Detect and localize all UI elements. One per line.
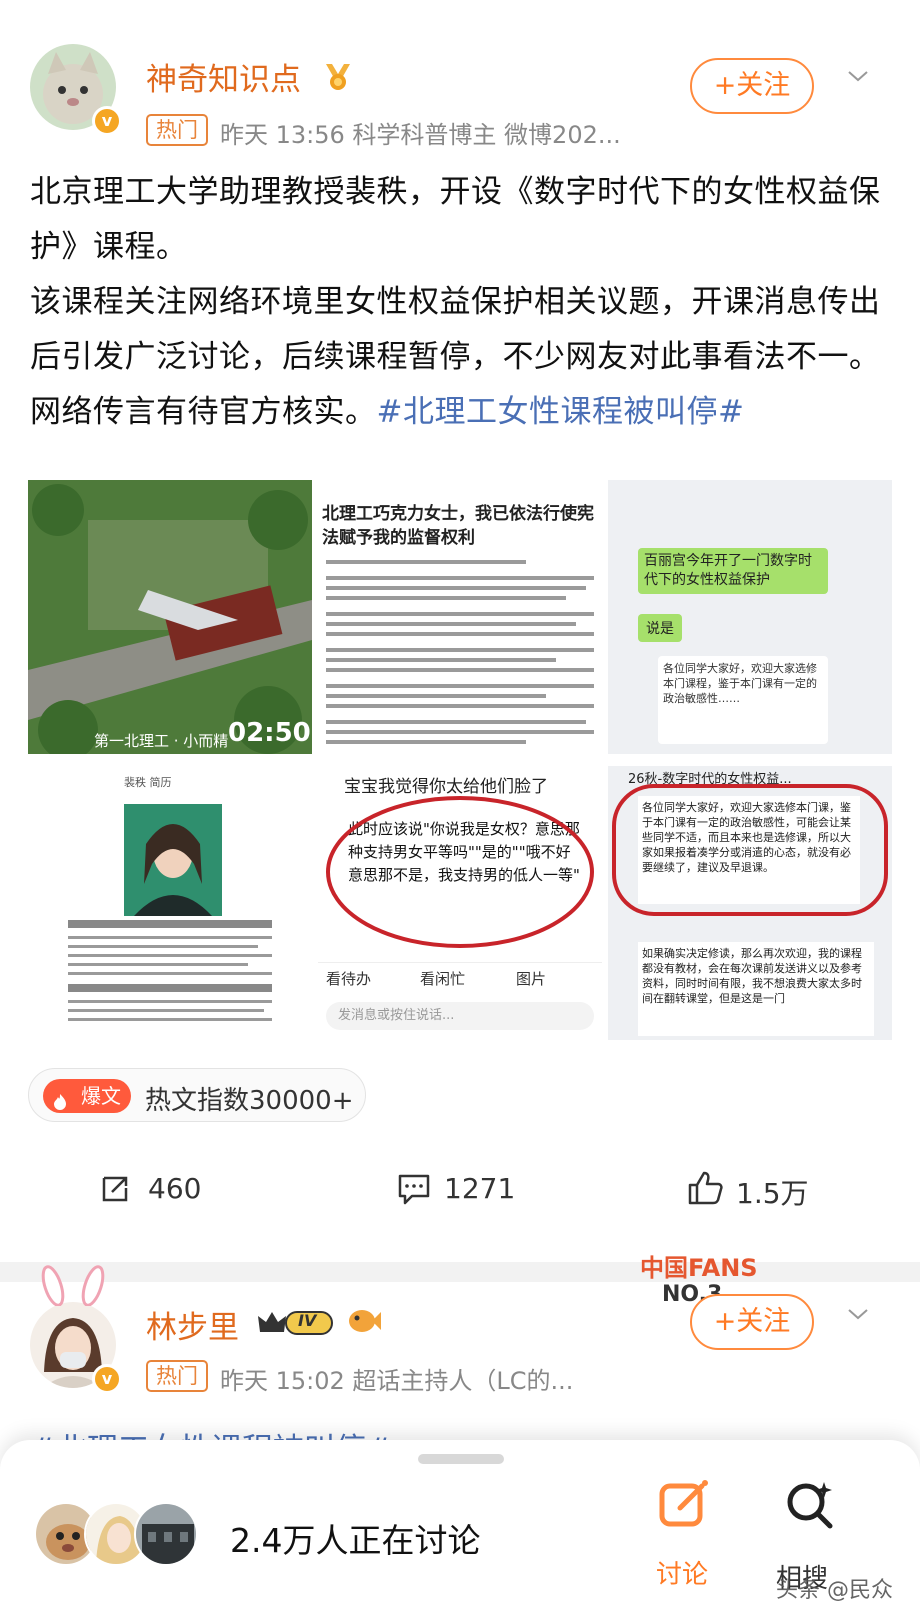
follow-button[interactable]: +关注 bbox=[690, 1294, 814, 1350]
chat-toolbar: 看待办 看闲忙 图片 bbox=[318, 962, 602, 992]
follow-button[interactable]: +关注 bbox=[690, 58, 814, 114]
profile-title: 裴秩 简历 bbox=[124, 776, 172, 789]
toolbar-item[interactable]: 看闲忙 bbox=[420, 968, 465, 989]
profile-text-lines bbox=[68, 920, 272, 1021]
level-badge-label: IV bbox=[298, 1311, 317, 1330]
hot-index-chip[interactable]: 爆文 热文指数30000+ bbox=[28, 1068, 366, 1122]
weibo-post: v 林步里 IV 热门 昨天 15:02 超话主持人（LC的... 中国FANS… bbox=[0, 1254, 920, 1468]
toolbar-item[interactable]: 看待办 bbox=[326, 968, 371, 989]
video-thumbnail[interactable]: 第一北理工 · 小而精 02:50 bbox=[28, 480, 312, 754]
verified-badge-icon: v bbox=[92, 106, 122, 136]
hot-index-text: 热文指数30000+ bbox=[145, 1086, 354, 1116]
like-button[interactable]: 1.5万 bbox=[686, 1162, 866, 1218]
post-paragraph: 北京理工大学助理教授裴秩，开设《数字时代下的女性权益保护》课程。 bbox=[30, 174, 881, 265]
aerial-photo bbox=[28, 480, 312, 754]
chat-message: 各位同学大家好，欢迎大家选修本门课程，鉴于本门课有一定的政治敏感性…… bbox=[658, 656, 828, 744]
comment-icon bbox=[398, 1174, 430, 1205]
tab-discuss[interactable]: 讨论 bbox=[650, 1476, 720, 1596]
red-circle-annotation bbox=[612, 784, 888, 916]
flame-icon bbox=[51, 1087, 69, 1110]
username[interactable]: 神奇知识点 bbox=[146, 54, 301, 99]
chat-message: 如果确实决定修读，那么再次欢迎，我的课程都没有教材，会在每次课前发送讲义以及参考… bbox=[638, 942, 874, 1036]
fish-icon bbox=[349, 1310, 381, 1332]
building-avatar-icon bbox=[136, 1504, 196, 1564]
hashtag-link[interactable]: #北理工女性课程被叫停# bbox=[377, 394, 745, 430]
hot-tag: 热门 bbox=[146, 114, 208, 146]
participant-avatar bbox=[134, 1502, 198, 1566]
tab-discuss-label: 讨论 bbox=[656, 1560, 709, 1590]
chevron-down-icon[interactable] bbox=[846, 64, 870, 88]
hot-badge-label: 爆文 bbox=[81, 1084, 121, 1108]
post-meta: 昨天 15:02 超话主持人（LC的... bbox=[220, 1367, 574, 1395]
discussion-count: 2.4万人正在讨论 bbox=[230, 1521, 481, 1560]
hot-tag: 热门 bbox=[146, 1360, 208, 1392]
post-paragraph: 网络传言有待官方核实。#北理工女性课程被叫停# bbox=[30, 385, 890, 440]
hot-badge: 爆文 bbox=[43, 1079, 131, 1113]
chevron-down-icon[interactable] bbox=[846, 1302, 870, 1326]
comment-count: 1271 bbox=[444, 1172, 516, 1205]
chat-bubble: 百丽宫今年开了一门数字时代下的女性权益保护 bbox=[638, 548, 828, 594]
comment-button[interactable]: 1271 bbox=[396, 1162, 596, 1218]
video-caption: 第一北理工 · 小而精 bbox=[94, 732, 229, 750]
watermark: 头条 @民众 bbox=[776, 1578, 893, 1603]
profile-photo bbox=[124, 804, 222, 916]
drag-handle[interactable] bbox=[418, 1454, 504, 1464]
level-badge: IV bbox=[256, 1306, 336, 1338]
post-last-line: 网络传言有待官方核实。 bbox=[30, 394, 377, 430]
search-icon bbox=[787, 1482, 833, 1529]
repost-icon bbox=[102, 1176, 128, 1202]
username[interactable]: 林步里 bbox=[146, 1302, 239, 1347]
edit-icon bbox=[659, 1480, 708, 1527]
toolbar-item[interactable]: 图片 bbox=[516, 968, 546, 989]
profile-document[interactable]: 裴秩 简历 bbox=[28, 766, 312, 1040]
weibo-post: v 神奇知识点 热门 昨天 13:56 科学科普博主 微博202... +关注 … bbox=[0, 0, 920, 1262]
bunny-ears-icon bbox=[41, 1265, 105, 1306]
image-grid: 第一北理工 · 小而精 02:50 北理工巧克力女士，我已依法行使宪法赋予我的监… bbox=[28, 480, 892, 1040]
post-meta: 昨天 13:56 科学科普博主 微博202... bbox=[220, 121, 621, 149]
chat-screenshot[interactable]: 百丽宫今年开了一门数字时代下的女性权益保护 说是 各位同学大家好，欢迎大家选修本… bbox=[608, 480, 892, 754]
thumbs-up-icon bbox=[688, 1171, 723, 1205]
document-lines bbox=[326, 560, 594, 744]
post-body: 北京理工大学助理教授裴秩，开设《数字时代下的女性权益保护》课程。 该课程关注网络… bbox=[30, 165, 890, 440]
chat-input: 发消息或按住说话... bbox=[326, 1002, 594, 1030]
document-image[interactable]: 北理工巧克力女士，我已依法行使宪法赋予我的监督权利 bbox=[318, 480, 602, 754]
post-paragraph: 该课程关注网络环境里女性权益保护相关议题，开课消息传出后引发广泛讨论，后续课程暂… bbox=[30, 284, 881, 375]
repost-button[interactable]: 460 bbox=[98, 1162, 278, 1218]
document-title: 北理工巧克力女士，我已依法行使宪法赋予我的监督权利 bbox=[322, 504, 594, 548]
video-duration: 02:50 bbox=[228, 718, 311, 748]
group-chat-screenshot[interactable]: 26秋-数字时代的女性权益... 各位同学大家好，欢迎大家选修本门课，鉴于本门课… bbox=[608, 766, 892, 1040]
chat-bubble: 说是 bbox=[638, 614, 682, 642]
repost-count: 460 bbox=[148, 1172, 202, 1205]
chat-screenshot[interactable]: 宝宝我觉得你太给他们脸了 此时应该说"你说我是女权？意思那种支持男女平等吗""是… bbox=[318, 766, 602, 1040]
fans-badge-title: 中国FANS bbox=[640, 1254, 758, 1282]
verified-badge-icon: v bbox=[92, 1364, 122, 1394]
like-count: 1.5万 bbox=[736, 1177, 809, 1210]
red-circle-annotation bbox=[326, 796, 594, 948]
medal-icon bbox=[322, 60, 354, 92]
